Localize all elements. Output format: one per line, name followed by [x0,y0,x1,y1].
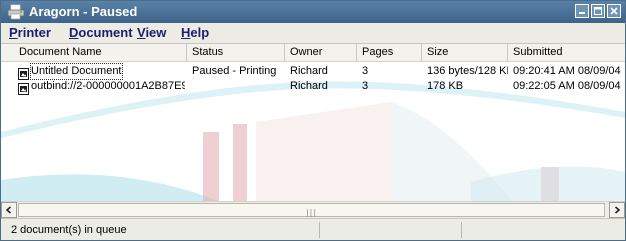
menu-help[interactable]: Help [181,25,209,40]
minimize-icon[interactable] [575,4,589,18]
menu-document[interactable]: Document [69,25,133,40]
column-header: Document Name Status Owner Pages Size Su… [1,44,625,62]
table-row[interactable]: Untitled Document Paused - Printing Rich… [1,63,625,80]
size-cell: 178 KB [427,80,464,92]
status-divider [461,222,462,238]
document-icon [18,80,29,95]
arrow-left-icon[interactable] [1,202,17,218]
document-icon [18,65,29,80]
menu-bar: Printer Document View Help [1,23,625,44]
submitted-cell: 09:22:05 AM 08/09/04 [513,80,621,92]
status-cell: Paused - Printing [192,65,277,77]
window-title: Aragorn - Paused [29,4,138,19]
printer-icon [7,4,25,20]
document-name-cell[interactable]: outbind://2-000000001A2B87E97... [31,79,185,94]
pages-cell: 3 [362,65,369,77]
size-cell: 136 bytes/128 KB [427,65,508,77]
column-submitted[interactable]: Submitted [508,44,625,61]
submitted-cell: 09:20:41 AM 08/09/04 [513,65,621,77]
maximize-icon[interactable] [591,4,605,18]
table-row[interactable]: outbind://2-000000001A2B87E97... Richard… [1,79,625,95]
arrow-right-icon[interactable] [609,202,625,218]
grip-icon: ||| [305,208,318,217]
close-icon[interactable] [607,4,621,18]
queue-count-text: 2 document(s) in queue [11,224,127,236]
menu-printer[interactable]: Printer [9,25,51,40]
horizontal-scrollbar[interactable]: ||| [1,201,625,218]
pages-cell: 3 [362,80,369,92]
title-bar[interactable]: Aragorn - Paused [1,1,625,23]
owner-cell: Richard [290,65,328,77]
column-document-name[interactable]: Document Name [1,44,187,61]
column-status[interactable]: Status [187,44,285,61]
column-size[interactable]: Size [422,44,508,61]
scrollbar-thumb[interactable]: ||| [18,203,605,217]
status-bar: 2 document(s) in queue [1,218,625,240]
column-owner[interactable]: Owner [285,44,357,61]
menu-view[interactable]: View [137,25,166,40]
document-list[interactable]: Untitled Document Paused - Printing Rich… [1,62,625,201]
status-cell [192,79,285,94]
column-pages[interactable]: Pages [357,44,422,61]
status-divider [319,222,320,238]
print-queue-window: Aragorn - Paused Printer Document View H… [0,0,626,241]
document-name-cell[interactable]: Untitled Document [30,63,123,80]
owner-cell: Richard [290,80,328,92]
